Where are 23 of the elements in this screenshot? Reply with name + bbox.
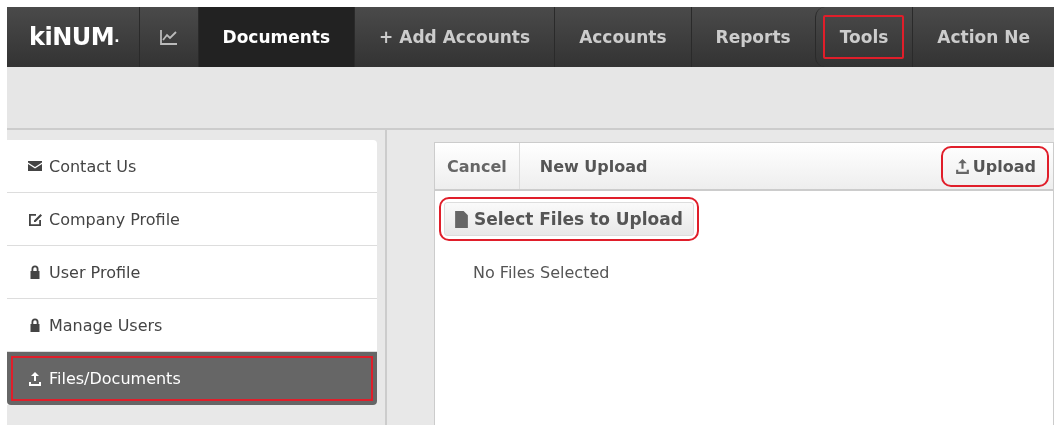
panel-title: New Upload [538,156,649,176]
edit-icon [27,211,43,227]
line-chart-icon [159,29,178,45]
sidebar-label: Company Profile [49,209,180,229]
sidebar-item[interactable]: Company Profile [7,193,377,246]
sidebar-label: Contact Us [49,156,137,176]
upload-icon [27,370,43,387]
logo: kiNUM. [28,22,120,53]
sidebar-label: Files/Documents [49,369,181,388]
select-files-button[interactable]: Select Files to Upload [444,202,694,236]
sidebar-item[interactable]: Files/Documents [7,352,377,405]
upload-icon [953,157,971,175]
status-text: No Files Selected [473,263,611,282]
sidebar-label: Manage Users [49,315,163,335]
cancel-button[interactable]: Cancel [435,143,520,189]
sidebar-label: User Profile [49,262,141,282]
envelope-icon [27,158,43,174]
nav-tab[interactable]: Documents [197,7,355,67]
upload-button[interactable]: Upload [945,150,1044,182]
sidebar-item[interactable]: Contact Us [7,140,377,193]
nav-tab[interactable]: Tools [814,7,913,67]
file-icon [455,210,468,228]
sidebar-item[interactable]: User Profile [7,246,377,299]
